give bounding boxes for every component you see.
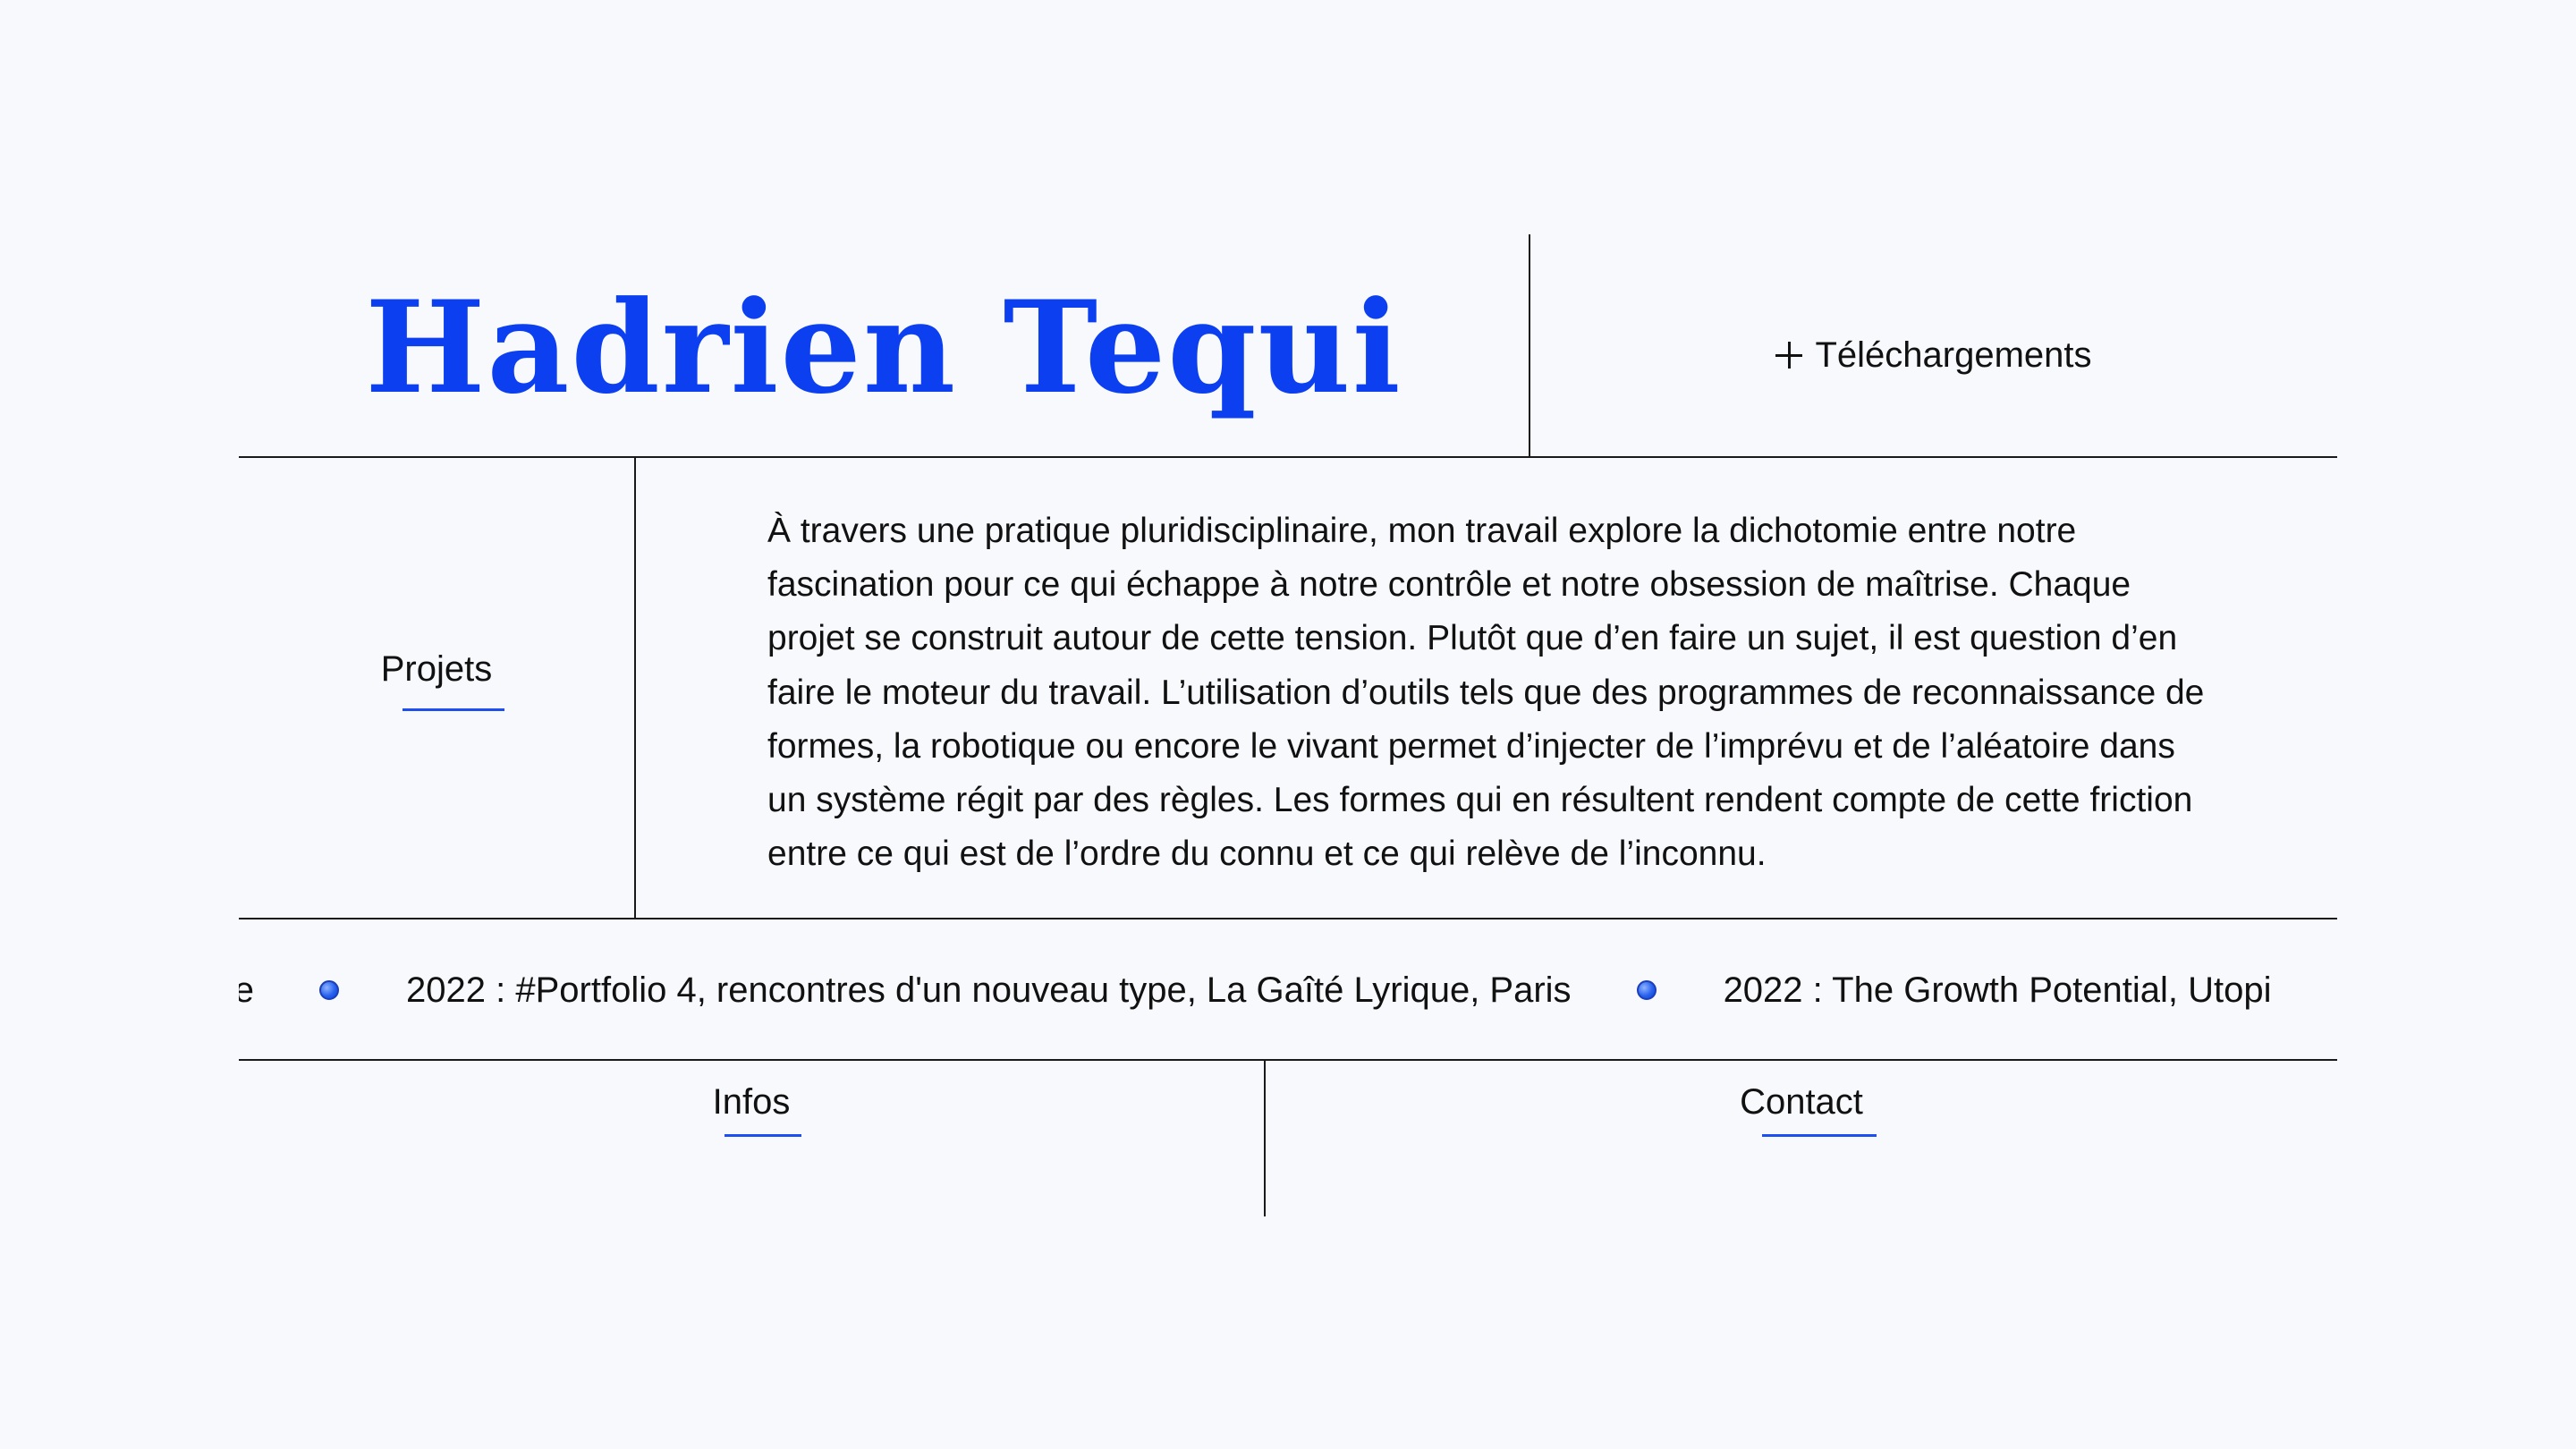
plus-icon	[1775, 342, 1803, 369]
bullet-dot-icon	[319, 980, 340, 1000]
ticker-item: 2022 : #Portfolio 4, rencontres d'un nou…	[406, 970, 1572, 1010]
site-title[interactable]: Hadrien Tequi	[239, 234, 1529, 456]
nav-infos-label: Infos	[712, 1082, 791, 1122]
ticker-item: ouillon, Lille	[239, 970, 255, 1010]
ticker-track: ouillon, Lille 2022 : #Portfolio 4, renc…	[239, 919, 2272, 1061]
nav-contact-link[interactable]: Contact	[1266, 1061, 2337, 1216]
projects-divider	[634, 458, 636, 919]
page-frame: Hadrien Tequi Téléchargements Projets À …	[239, 234, 2337, 1216]
nav-projects-underline	[402, 708, 504, 711]
nav-contact-underline	[1762, 1134, 1877, 1137]
nav-contact-label: Contact	[1740, 1082, 1863, 1122]
downloads-button[interactable]: Téléchargements	[1530, 234, 2337, 456]
bio-paragraph: À travers une pratique pluridisciplinair…	[767, 512, 2205, 874]
downloads-label: Téléchargements	[1815, 335, 2092, 375]
nav-infos-underline	[724, 1134, 801, 1137]
nav-projects-link[interactable]: Projets	[239, 458, 634, 919]
exhibitions-ticker: ouillon, Lille 2022 : #Portfolio 4, renc…	[239, 919, 2337, 1061]
bullet-dot-icon	[1636, 980, 1657, 1000]
nav-infos-link[interactable]: Infos	[239, 1061, 1264, 1216]
ticker-item: 2022 : The Growth Potential, Utopi	[1723, 970, 2272, 1010]
nav-projects-label: Projets	[380, 649, 493, 689]
